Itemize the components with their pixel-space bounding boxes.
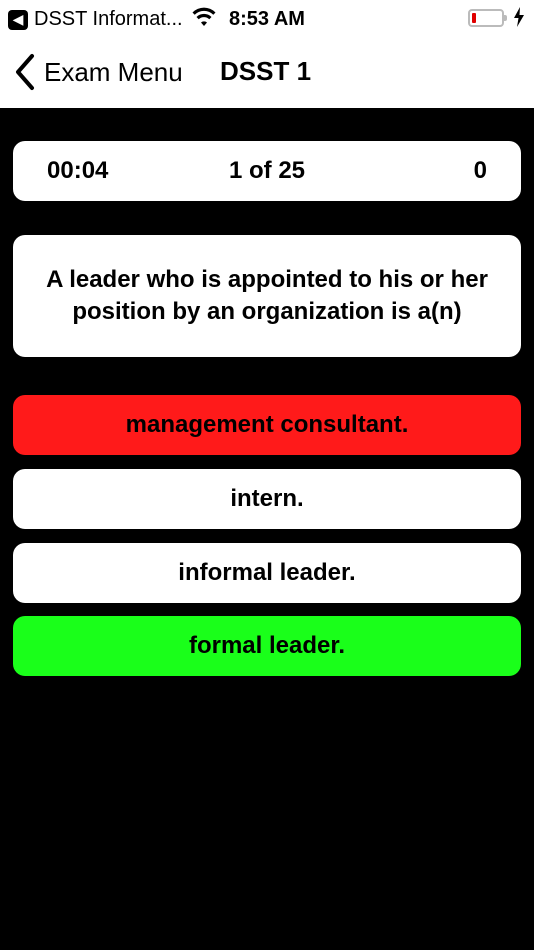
question-card: A leader who is appointed to his or her … — [13, 235, 521, 357]
exam-menu-back-button[interactable]: Exam Menu — [12, 52, 183, 92]
answer-option-1[interactable]: management consultant. — [13, 395, 521, 455]
answer-label: formal leader. — [188, 632, 346, 659]
answer-label: intern. — [230, 485, 304, 512]
battery-level — [472, 13, 476, 23]
answer-label: informal leader. — [178, 559, 356, 586]
quiz-info-card: 00:04 1 of 25 0 — [13, 141, 521, 201]
answer-option-3[interactable]: informal leader. — [13, 543, 521, 603]
page-title: DSST 1 — [220, 56, 312, 86]
answer-option-4[interactable]: formal leader. — [13, 616, 521, 676]
question-progress: 1 of 25 — [228, 157, 306, 184]
status-time: 8:53 AM — [229, 8, 305, 30]
chevron-left-icon — [16, 54, 34, 90]
charging-bolt-icon — [514, 7, 524, 27]
answer-label: management consultant. — [125, 411, 409, 438]
score: 0 — [473, 157, 487, 184]
back-button-label: Exam Menu — [44, 56, 183, 87]
battery-icon — [468, 9, 507, 27]
answer-option-2[interactable]: intern. — [13, 469, 521, 529]
status-bar: ◀ DSST Informat... 8:53 AM — [0, 0, 534, 36]
navigation-bar: Exam Menu DSST 1 — [0, 36, 534, 108]
question-text: A leader who is appointed to his or her … — [46, 266, 488, 325]
